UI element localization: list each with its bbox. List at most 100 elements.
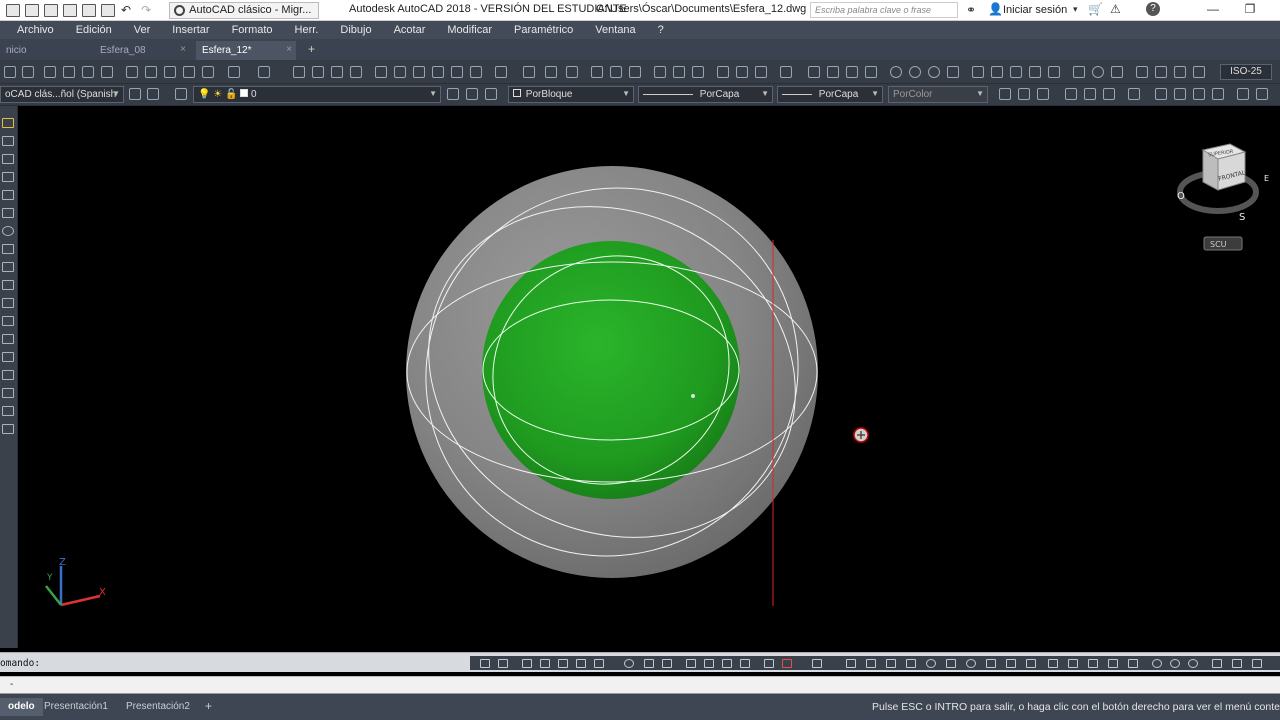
tool-icon[interactable] [782, 659, 792, 668]
tool-icon[interactable] [827, 66, 839, 78]
signin-link[interactable]: Iniciar sesión [1003, 4, 1067, 16]
compass-o[interactable]: O [1177, 191, 1185, 202]
menu-archivo[interactable]: Archivo [17, 24, 54, 36]
tab-inicio[interactable]: nicio [0, 41, 88, 60]
tool-icon[interactable] [2, 334, 14, 344]
menu-acotar[interactable]: Acotar [394, 24, 426, 36]
tool-icon[interactable] [202, 66, 214, 78]
tool-icon[interactable] [1073, 66, 1085, 78]
menu-ver[interactable]: Ver [134, 24, 151, 36]
tool-icon[interactable] [2, 244, 14, 254]
torus-icon[interactable] [966, 659, 976, 668]
tool-icon[interactable] [164, 66, 176, 78]
tool-icon[interactable] [1193, 66, 1205, 78]
tool-icon[interactable] [2, 280, 14, 290]
menu-help[interactable]: ? [658, 24, 664, 36]
tool-icon[interactable] [2, 406, 14, 416]
linetype-selector[interactable]: PorCapa ▼ [638, 86, 773, 103]
close-icon[interactable]: × [286, 44, 292, 55]
menu-edicion[interactable]: Edición [76, 24, 112, 36]
menu-parametrico[interactable]: Paramétrico [514, 24, 573, 36]
cart-icon[interactable]: 🛒 [1088, 2, 1103, 16]
tool-icon[interactable] [2, 388, 14, 398]
tool-icon[interactable] [1155, 88, 1167, 100]
color-selector[interactable]: PorBloque ▼ [508, 86, 634, 103]
tool-icon[interactable] [2, 262, 14, 272]
minimize-button[interactable]: — [1203, 2, 1223, 18]
tool-icon[interactable] [1026, 659, 1036, 668]
tool-icon[interactable] [1237, 88, 1249, 100]
menu-insertar[interactable]: Insertar [172, 24, 209, 36]
inner-sphere[interactable] [482, 241, 740, 499]
tool-icon[interactable] [1174, 88, 1186, 100]
model-space-canvas[interactable]: X Z Y SUPERIOR FRONTAL O S E SCU [18, 106, 1280, 652]
menu-dibujo[interactable]: Dibujo [340, 24, 371, 36]
tool-icon[interactable] [1256, 88, 1268, 100]
tool-icon[interactable] [480, 659, 490, 668]
tool-icon[interactable] [2, 352, 14, 362]
add-layout-button[interactable]: + [205, 699, 212, 713]
tool-icon[interactable] [1232, 659, 1242, 668]
tool-icon[interactable] [846, 659, 856, 668]
tool-icon[interactable] [1037, 88, 1049, 100]
tool-icon[interactable] [1010, 66, 1022, 78]
tool-icon[interactable] [470, 66, 482, 78]
tool-icon[interactable] [1128, 88, 1140, 100]
tool-icon[interactable] [1193, 88, 1205, 100]
drawing-viewport[interactable]: X Z Y SUPERIOR FRONTAL O S E SCU [18, 106, 1280, 652]
tool-icon[interactable] [375, 66, 387, 78]
tool-icon[interactable] [466, 88, 478, 100]
tool-icon[interactable] [1088, 659, 1098, 668]
new-file-icon[interactable] [25, 3, 39, 17]
tool-icon[interactable] [1136, 66, 1148, 78]
plot-icon[interactable] [101, 3, 115, 17]
layer-selector[interactable]: 💡 ☀ 🔓 0 ▼ [193, 86, 441, 103]
tool-icon[interactable] [1068, 659, 1078, 668]
tool-icon[interactable] [591, 66, 603, 78]
tool-icon[interactable] [1212, 659, 1222, 668]
compass-e[interactable]: E [1264, 174, 1269, 183]
tool-icon[interactable] [1084, 88, 1096, 100]
search-input[interactable]: Escriba palabra clave o frase [810, 2, 958, 18]
tool-icon[interactable] [1252, 659, 1262, 668]
tool-icon[interactable] [1174, 66, 1186, 78]
chevron-down-icon[interactable]: ▾ [1073, 4, 1078, 15]
tool-icon[interactable] [654, 66, 666, 78]
tool-icon[interactable] [451, 66, 463, 78]
circle-icon[interactable] [909, 66, 921, 78]
open-file-icon[interactable] [44, 3, 58, 17]
union-icon[interactable] [1152, 659, 1162, 668]
tool-icon[interactable] [740, 659, 750, 668]
tab-presentacion2[interactable]: Presentación2 [118, 698, 198, 716]
help-icon[interactable]: ? [1146, 2, 1160, 16]
tool-icon[interactable] [1155, 66, 1167, 78]
tool-icon[interactable] [82, 66, 94, 78]
tool-icon[interactable] [1029, 66, 1041, 78]
tool-icon[interactable] [145, 66, 157, 78]
tool-icon[interactable] [846, 66, 858, 78]
menu-formato[interactable]: Formato [232, 24, 273, 36]
tool-icon[interactable] [566, 66, 578, 78]
tool-icon[interactable] [485, 88, 497, 100]
tab-esfera-12[interactable]: Esfera_12* × [196, 41, 296, 60]
tab-esfera-08[interactable]: Esfera_08 × [94, 41, 190, 60]
lineweight-selector[interactable]: PorCapa ▼ [777, 86, 883, 103]
tool-icon[interactable] [558, 659, 568, 668]
tool-icon[interactable] [594, 659, 604, 668]
wedge-icon[interactable] [886, 659, 896, 668]
tool-icon[interactable] [673, 66, 685, 78]
tool-icon[interactable] [692, 66, 704, 78]
tool-icon[interactable] [629, 66, 641, 78]
tool-icon[interactable] [545, 66, 557, 78]
tool-icon[interactable] [999, 88, 1011, 100]
subtract-icon[interactable] [1170, 659, 1180, 668]
app-menu-icon[interactable] [6, 3, 20, 17]
tool-icon[interactable] [1065, 88, 1077, 100]
tool-icon[interactable] [2, 370, 14, 380]
tool-icon[interactable] [432, 66, 444, 78]
tool-icon[interactable] [129, 88, 141, 100]
tab-presentacion1[interactable]: Presentación1 [36, 698, 116, 716]
tool-icon[interactable] [736, 66, 748, 78]
command-line[interactable]: - [0, 676, 1280, 694]
menu-ventana[interactable]: Ventana [595, 24, 635, 36]
